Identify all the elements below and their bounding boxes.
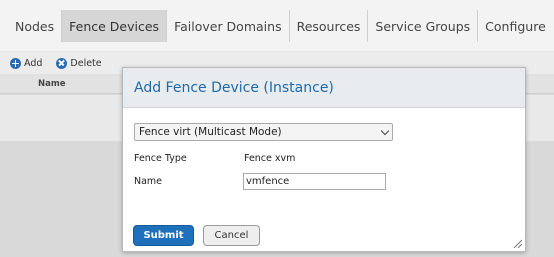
nav-tabs: Nodes Fence Devices Failover Domains Res… [8,10,553,42]
tab-fence-devices[interactable]: Fence Devices [62,10,168,42]
delete-button-label: Delete [70,57,102,69]
top-navigation: Nodes Fence Devices Failover Domains Res… [0,0,554,52]
resize-grip-icon[interactable] [513,239,522,248]
tab-configure[interactable]: Configure [478,10,553,42]
dialog-header: Add Fence Device (Instance) [123,68,525,108]
name-label: Name [134,176,163,187]
fence-type-value: Fence xvm [244,153,296,164]
fence-device-select-value: Fence virt (Multicast Mode) [139,126,282,138]
tab-service-groups[interactable]: Service Groups [368,10,479,42]
add-button[interactable]: Add [10,57,43,69]
name-input[interactable] [243,173,386,190]
fence-type-label: Fence Type [134,153,187,164]
delete-button[interactable]: Delete [56,57,102,69]
tab-failover-domains[interactable]: Failover Domains [167,10,290,42]
submit-button[interactable]: Submit [133,225,194,246]
column-header-name[interactable]: Name [38,79,65,89]
cancel-button[interactable]: Cancel [203,225,260,246]
add-button-label: Add [24,57,43,69]
plus-circle-icon [10,57,21,69]
add-fence-device-dialog: Add Fence Device (Instance) Fence virt (… [122,67,526,252]
fence-device-select[interactable]: Fence virt (Multicast Mode) [134,123,393,141]
x-circle-icon [56,57,68,69]
tab-nodes[interactable]: Nodes [8,10,63,42]
chevron-down-icon [380,126,390,136]
tab-resources[interactable]: Resources [290,10,369,42]
dialog-title: Add Fence Device (Instance) [134,80,334,96]
